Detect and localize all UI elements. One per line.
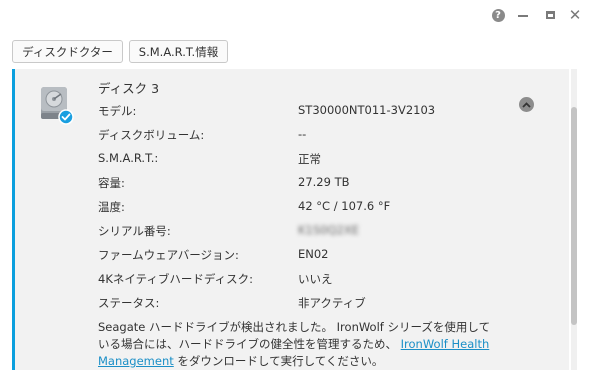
property-value: いいえ xyxy=(298,272,333,286)
property-value: 42 °C / 107.6 °F xyxy=(298,199,391,213)
disk-detail-panel: ディスク 3 モデル: ST30000NT011-3V2103 ディスクボリュー… xyxy=(12,69,569,370)
close-icon[interactable]: ✕ xyxy=(568,8,582,23)
vertical-scrollbar[interactable] xyxy=(571,69,577,370)
property-label: S.M.A.R.T.: xyxy=(98,151,159,165)
property-label: ディスクボリューム: xyxy=(98,128,205,142)
property-value: -- xyxy=(298,127,307,141)
property-label: シリアル番号: xyxy=(98,224,171,238)
property-label: ステータス: xyxy=(98,296,160,310)
property-value: ST30000NT011-3V2103 xyxy=(298,103,436,117)
title-bar: ? ✕ xyxy=(0,0,590,32)
maximize-icon[interactable] xyxy=(543,8,557,22)
property-row-temperature: 温度: 42 °C / 107.6 °F xyxy=(98,199,548,217)
property-row-smart: S.M.A.R.T.: 正常 xyxy=(98,151,548,169)
property-value-blurred: K1S0Q2XE xyxy=(298,223,359,237)
notice-suffix: をダウンロードして実行してください。 xyxy=(177,354,384,368)
property-value: EN02 xyxy=(298,247,329,261)
property-label: モデル: xyxy=(98,104,137,118)
scrollbar-thumb[interactable] xyxy=(571,107,577,325)
property-row-model: モデル: ST30000NT011-3V2103 xyxy=(98,103,548,121)
property-row-capacity: 容量: 27.29 TB xyxy=(98,175,548,193)
property-row-disk-volume: ディスクボリューム: -- xyxy=(98,127,548,145)
property-label: 容量: xyxy=(98,176,125,190)
seagate-notice: Seagate ハードドライブが検出されました。 IronWolf シリーズを使… xyxy=(98,319,498,370)
property-value: 非アクティブ xyxy=(298,296,366,310)
minimize-icon[interactable] xyxy=(516,8,530,22)
property-value: 27.29 TB xyxy=(298,175,350,189)
property-value: 正常 xyxy=(298,152,321,166)
checkmark-badge-icon xyxy=(58,109,74,125)
property-row-firmware: ファームウェアバージョン: EN02 xyxy=(98,247,548,265)
property-label: 4Kネイティブハードディスク: xyxy=(98,272,254,286)
property-row-4k-native: 4Kネイティブハードディスク: いいえ xyxy=(98,271,548,289)
smart-info-button[interactable]: S.M.A.R.T.情報 xyxy=(129,40,228,63)
property-row-serial-number: シリアル番号: K1S0Q2XE xyxy=(98,223,548,241)
property-label: 温度: xyxy=(98,200,125,214)
property-row-status: ステータス: 非アクティブ xyxy=(98,295,548,313)
disk-title: ディスク 3 xyxy=(98,81,160,96)
help-glyph: ? xyxy=(491,8,505,22)
hard-disk-icon xyxy=(41,87,74,125)
selection-accent-bar xyxy=(12,69,15,370)
help-icon[interactable]: ? xyxy=(491,8,505,22)
property-label: ファームウェアバージョン: xyxy=(98,248,239,262)
disk-doctor-button[interactable]: ディスクドクター xyxy=(12,40,123,63)
